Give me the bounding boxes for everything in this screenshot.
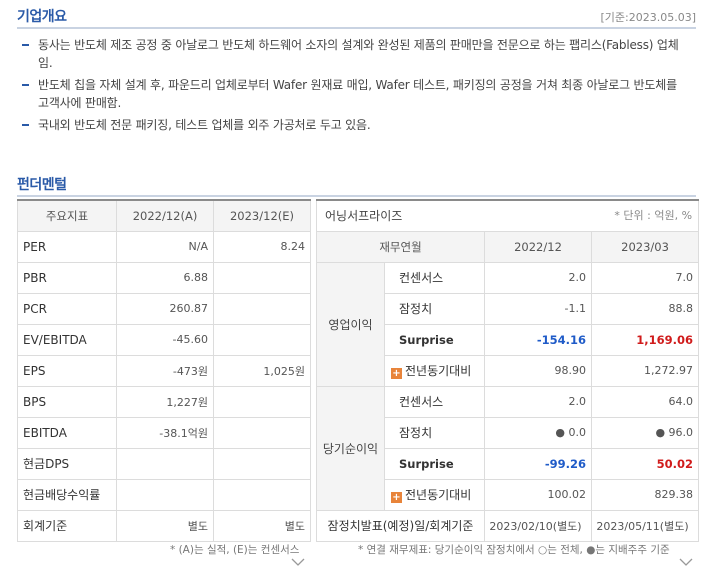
bullet-dash-icon <box>22 124 29 126</box>
table-header-row: 재무연월 2022/12 2023/03 <box>316 230 700 263</box>
table-row: EBITDA -38.1억원 <box>17 416 311 449</box>
col-header: 2023/03 <box>590 230 700 263</box>
table-title-row: 어닝서프라이즈 * 단위 : 억원, % <box>315 199 700 232</box>
table-row: PCR 260.87 <box>17 292 311 325</box>
table-row: 현금DPS <box>17 447 311 480</box>
earnings-surprise-table: 어닝서프라이즈 * 단위 : 억원, % 재무연월 2022/12 2023/0… <box>315 199 700 542</box>
chevron-down-icon[interactable] <box>679 558 693 566</box>
plus-icon[interactable]: + <box>391 492 402 503</box>
col-header: 주요지표 <box>17 199 117 232</box>
overview-bullet: 동사는 반도체 제조 공정 중 아날로그 반도체 하드웨어 소자의 설계와 완성… <box>22 36 682 72</box>
chevron-down-icon[interactable] <box>291 558 305 566</box>
table-row: 영업이익 컨센서스 2.0 7.0 <box>316 261 700 387</box>
table-footer-row: 잠정치발표(예정)일/회계기준 2023/02/10(별도) 2023/05/1… <box>316 509 700 542</box>
overview-title: 기업개요 <box>17 9 67 25</box>
key-indicators-table: 주요지표 2022/12(A) 2023/12(E) PER N/A 8.24 PB… <box>17 199 311 542</box>
table-row: EPS -473원 1,025원 <box>17 354 311 387</box>
plus-icon[interactable]: + <box>391 368 402 379</box>
overview-bullet: 반도체 칩을 자체 설계 후, 파운드리 업체로부터 Wafer 원재료 매입,… <box>22 76 682 112</box>
table-row: 당기순이익 컨센서스 2.0 64.0 <box>316 385 700 511</box>
table-row: PBR 6.88 <box>17 261 311 294</box>
fundamental-divider <box>17 195 696 197</box>
col-header: 재무연월 <box>316 230 485 263</box>
table-row: PER N/A 8.24 <box>17 230 311 263</box>
table-row: 현금배당수익률 <box>17 478 311 511</box>
overview-bullet: 국내외 반도체 전문 패키징, 테스트 업체를 외주 가공처로 두고 있음. <box>22 116 682 134</box>
col-header: 2022/12(A) <box>116 199 214 232</box>
col-header: 2023/12(E) <box>213 199 311 232</box>
base-date: [기준:2023.05.03] <box>600 11 696 24</box>
col-header: 2022/12 <box>484 230 592 263</box>
bullet-dash-icon <box>22 44 29 46</box>
earnings-surprise-title: 어닝서프라이즈 <box>325 209 403 224</box>
table-row: 회계기준 별도 별도 <box>17 509 311 542</box>
table-row: EV/EBITDA -45.60 <box>17 323 311 356</box>
fundamental-title: 펀더멘털 <box>17 177 67 193</box>
bullet-dash-icon <box>22 84 29 86</box>
company-summary-page: 기업개요 [기준:2023.05.03] 동사는 반도체 제조 공정 중 아날로… <box>0 0 702 575</box>
unit-label: * 단위 : 억원, % <box>614 209 693 223</box>
table-header-row: 주요지표 2022/12(A) 2023/12(E) <box>17 199 311 232</box>
category-net-income: 당기순이익 <box>316 385 385 511</box>
category-operating-profit: 영업이익 <box>316 261 385 387</box>
overview-bullets: 동사는 반도체 제조 공정 중 아날로그 반도체 하드웨어 소자의 설계와 완성… <box>22 36 682 138</box>
left-table-note: * (A)는 실적, (E)는 컨센서스 <box>170 544 300 556</box>
right-table-note: * 연결 재무제표: 당기순이익 잠정치에서 ○는 전체, ●는 지배주주 기준 <box>358 544 670 556</box>
overview-divider <box>17 27 696 29</box>
table-row: BPS 1,227원 <box>17 385 311 418</box>
